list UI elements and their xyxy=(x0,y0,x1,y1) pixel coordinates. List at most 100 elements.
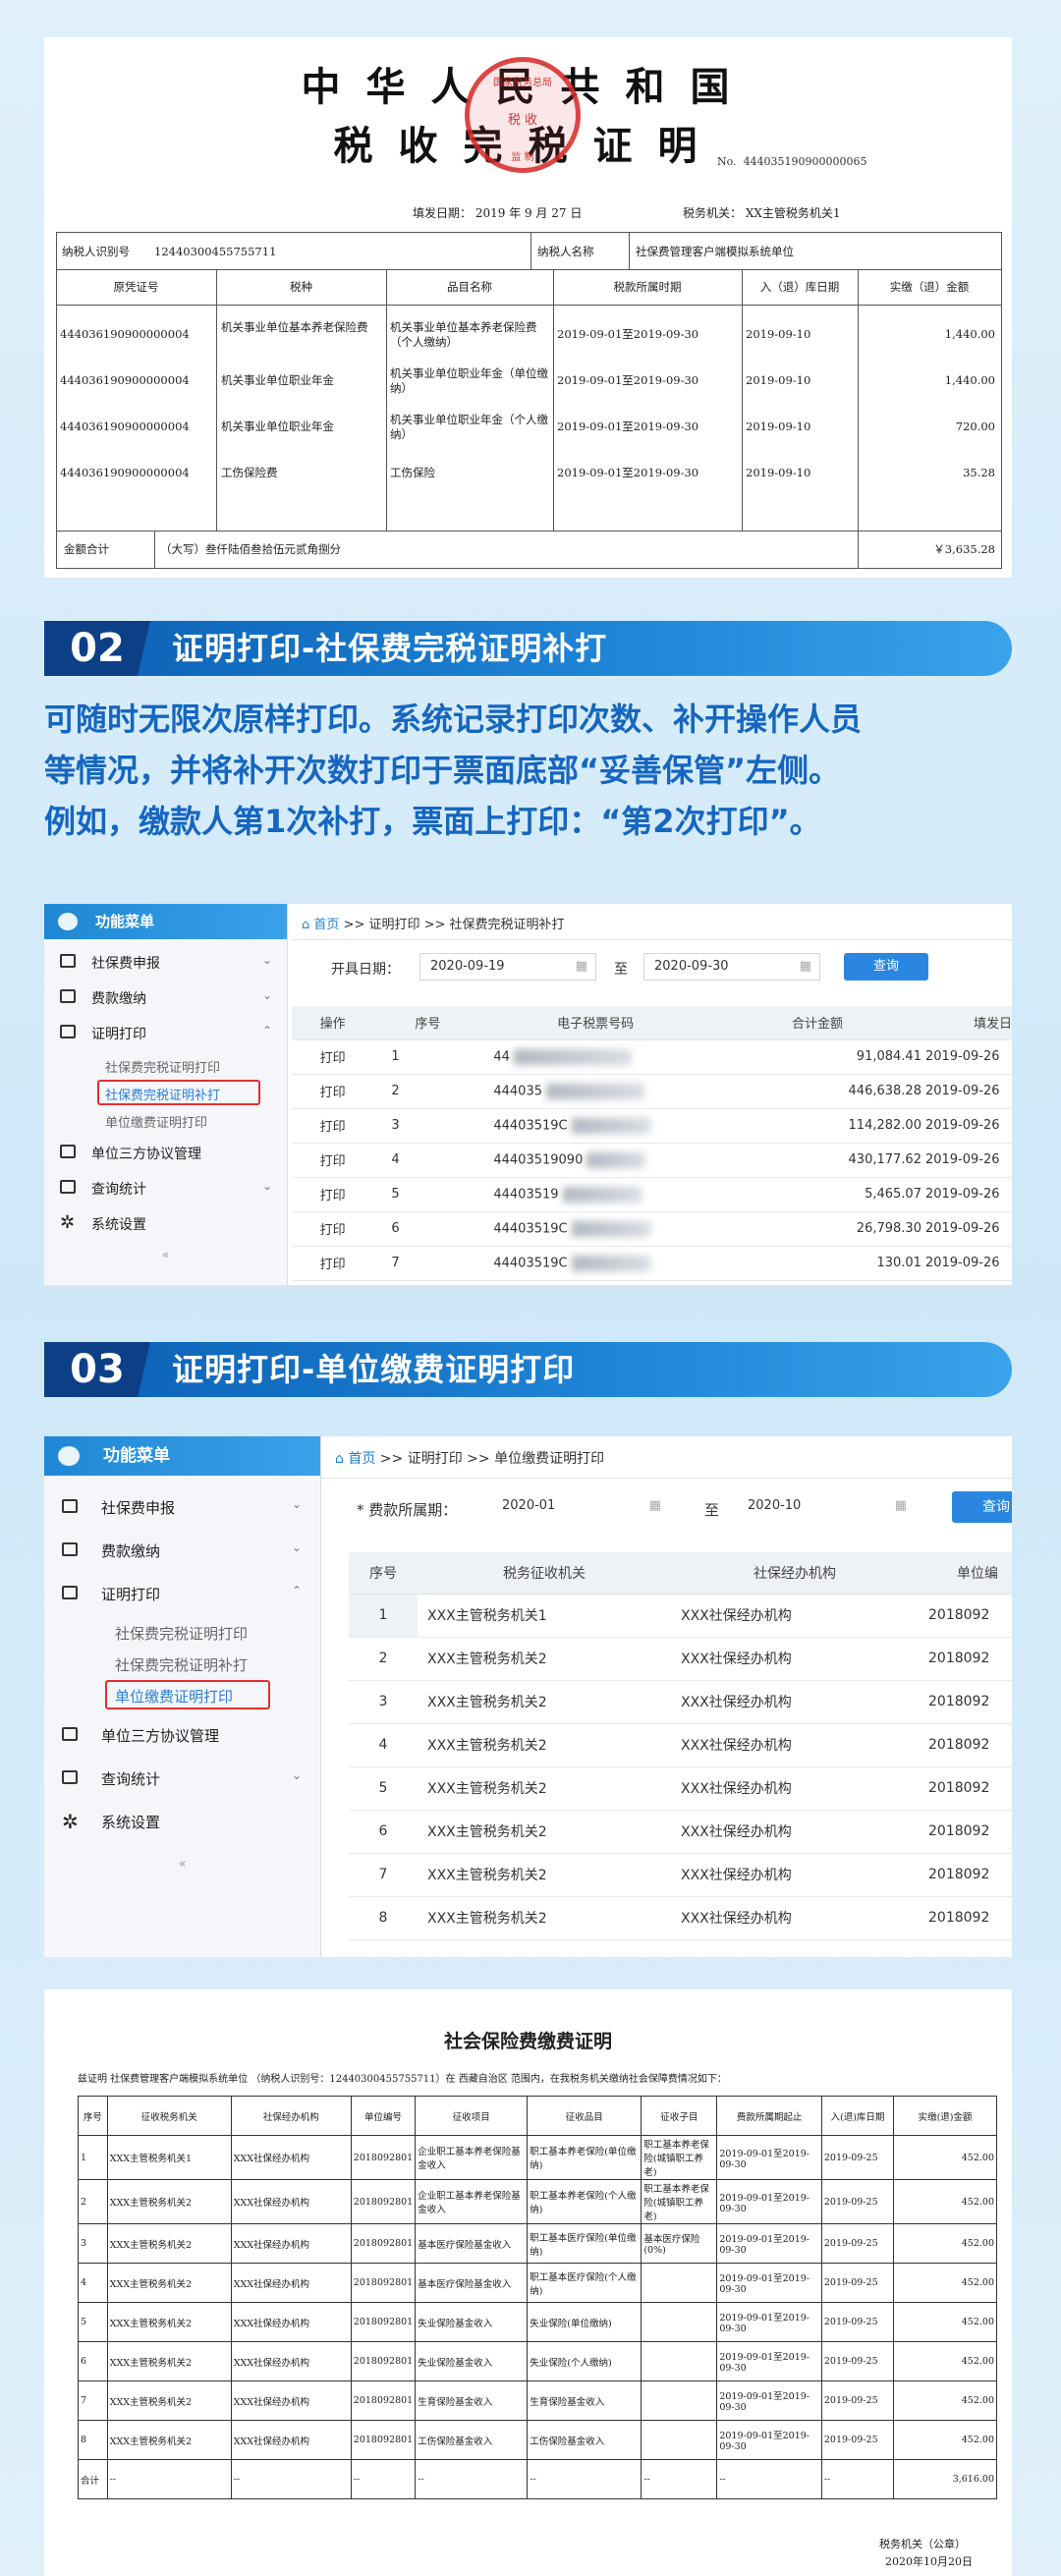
issue-date: 2019-09-26 xyxy=(924,1108,1012,1144)
col-header: 操作 xyxy=(292,1006,374,1040)
social-agency: XXX社保经办机构 xyxy=(671,1896,919,1940)
sidebar-item-declare[interactable]: 社保费申报 ⌄ xyxy=(44,951,287,973)
submenu-reprint-cert[interactable]: 社保费完税证明补打 xyxy=(115,1654,248,1675)
table-row: 3 XXX主管税务机关2 XXX社保经办机构 2018092 xyxy=(349,1680,1012,1724)
sidebar-item-settings[interactable]: ✲ 系统设置 xyxy=(44,1810,320,1833)
ticket-number-text: 44403519 xyxy=(493,1187,559,1202)
row-index: 3 xyxy=(349,1680,418,1724)
breadcrumb-home[interactable]: 首页 xyxy=(348,1451,375,1467)
sidebar-item-agreement[interactable]: 单位三方协议管理 xyxy=(44,1142,287,1163)
breadcrumb: ⌂ 首页 >> 证明打印 >> 单位缴费证明打印 xyxy=(335,1448,604,1468)
cell-index: 1 xyxy=(78,2135,108,2180)
row-index: 7 xyxy=(349,1853,418,1897)
col-header: 税种 xyxy=(290,280,312,294)
sidebar-item-print[interactable]: 证明打印 ⌃ xyxy=(44,1582,320,1605)
start-period-input[interactable]: 2020-01 ▦ xyxy=(492,1493,669,1521)
tax-organ: XXX主管税务机关2 xyxy=(418,1896,671,1940)
query-button[interactable]: 查询 xyxy=(952,1491,1012,1523)
col-header: 品目名称 xyxy=(447,280,492,294)
sidebar-item-stats[interactable]: 查询统计 ⌄ xyxy=(44,1766,320,1790)
cell-date: 2019-09-10 xyxy=(746,373,811,387)
cell-item: 职工基本医疗保险(个人缴纳) xyxy=(527,2263,642,2303)
cell-subitem xyxy=(641,2341,718,2381)
agreement-icon xyxy=(60,1145,76,1158)
breadcrumb-path: >> 证明打印 >> 单位缴费证明打印 xyxy=(375,1451,605,1467)
col-header: 序号 xyxy=(349,1552,418,1595)
col-header: 序号 xyxy=(78,2096,108,2136)
submenu-unit-payment-cert[interactable]: 单位缴费证明打印 xyxy=(105,1112,207,1131)
start-date-input[interactable]: 2020-09-19 ▦ xyxy=(419,953,596,980)
cell-tax-organ: XXX主管税务机关2 xyxy=(106,2179,232,2224)
total-amount: 5,465.07 xyxy=(708,1177,925,1212)
cell-subitem xyxy=(641,2263,718,2303)
table-row: 打印 6 44403519C 26,798.30 2019-09-26 xyxy=(292,1211,1012,1247)
cell-voucher: 444036190900000004 xyxy=(60,466,190,479)
sidebar-item-label: 系统设置 xyxy=(101,1814,161,1831)
section-banner-03: 03 证明打印-单位缴费证明打印 xyxy=(44,1342,1012,1397)
gear-icon: ✲ xyxy=(60,1212,76,1233)
start-date-value: 2020-09-19 xyxy=(430,959,505,974)
cell-subitem xyxy=(641,2420,718,2460)
submenu-print-cert[interactable]: 社保费完税证明打印 xyxy=(105,1057,220,1076)
home-icon[interactable]: ⌂ xyxy=(302,918,309,932)
total-amount: 26,798.30 xyxy=(708,1211,925,1247)
tax-organ: XXX主管税务机关2 xyxy=(418,1810,671,1854)
tax-organ: XXX主管税务机关2 xyxy=(418,1766,671,1811)
calendar-icon: ▦ xyxy=(894,1498,907,1513)
total-row: 合计 -- -- -- -- -- -- -- -- 3,616.00 xyxy=(78,2459,997,2499)
table-row: 5 XXX主管税务机关2 XXX社保经办机构 2018092 xyxy=(349,1766,1012,1811)
cell-amount: 720.00 xyxy=(955,420,995,433)
row-index: 2 xyxy=(349,1637,418,1681)
cell-amount: 452.00 xyxy=(893,2135,997,2180)
ticket-number: 44403519C xyxy=(481,1211,709,1247)
cell-tax-type: 机关事业单位职业年金 xyxy=(221,420,334,433)
table-row: 5 XXX主管税务机关2 XXX社保经办机构 2018092801 失业保险基金收入 失业… xyxy=(78,2302,997,2342)
cell-project: 企业职工基本养老保险基金收入 xyxy=(415,2135,529,2180)
sidebar-item-print[interactable]: 证明打印 ⌃ xyxy=(44,1022,287,1043)
home-icon[interactable]: ⌂ xyxy=(335,1451,344,1467)
collapse-icon[interactable]: « xyxy=(44,1857,320,1872)
breadcrumb-home[interactable]: 首页 xyxy=(313,918,339,932)
sidebar-item-payment[interactable]: 费款缴纳 ⌄ xyxy=(44,1539,320,1562)
chevron-down-icon: ⌄ xyxy=(292,1540,303,1554)
end-period-value: 2020-10 xyxy=(748,1498,802,1513)
start-period-value: 2020-01 xyxy=(502,1498,556,1513)
declare-icon xyxy=(62,1499,78,1513)
col-header: 单位编 xyxy=(919,1552,1012,1595)
sidebar-item-agreement[interactable]: 单位三方协议管理 xyxy=(44,1723,320,1747)
sidebar-item-stats[interactable]: 查询统计 ⌄ xyxy=(44,1177,287,1199)
cell-total-label: 合计 xyxy=(78,2459,108,2499)
print-link[interactable]: 打印 xyxy=(292,1246,374,1281)
row-index: 4 xyxy=(373,1143,482,1178)
sidebar-item-declare[interactable]: 社保费申报 ⌄ xyxy=(44,1495,320,1519)
query-button[interactable]: 查询 xyxy=(844,953,928,980)
col-header: 填发日 xyxy=(924,1006,1012,1040)
chevron-down-icon: ⌄ xyxy=(262,1179,273,1193)
chevron-down-icon: ⌄ xyxy=(292,1497,303,1511)
issue-date: 2019-09-26 xyxy=(924,1143,1012,1178)
cell-agency: XXX社保经办机构 xyxy=(230,2341,352,2381)
print-link[interactable]: 打印 xyxy=(292,1143,374,1178)
cell-date: 2019-09-25 xyxy=(820,2420,895,2460)
print-link[interactable]: 打印 xyxy=(292,1108,374,1144)
ticket-number: 44403519C xyxy=(481,1246,709,1281)
end-date-input[interactable]: 2020-09-30 ▦ xyxy=(643,953,820,980)
declare-icon xyxy=(60,954,76,968)
print-link[interactable]: 打印 xyxy=(292,1177,374,1212)
cell-item: 职工基本养老保险(单位缴纳) xyxy=(527,2135,642,2180)
print-link[interactable]: 打印 xyxy=(292,1211,374,1247)
submenu-print-cert[interactable]: 社保费完税证明打印 xyxy=(115,1623,248,1644)
end-period-input[interactable]: 2020-10 ▦ xyxy=(738,1493,915,1521)
sidebar-item-payment[interactable]: 费款缴纳 ⌄ xyxy=(44,986,287,1008)
payment-detail-table: 序号 征收税务机关 社保经办机构 单位编号 征收项目 征收品目 征收子目 费款所… xyxy=(78,2096,997,2499)
print-link[interactable]: 打印 xyxy=(292,1074,374,1109)
tax-organ: 税务机关： XX主管税务机关1 xyxy=(683,206,841,220)
sidebar-item-settings[interactable]: ✲ 系统设置 xyxy=(44,1212,287,1234)
sidebar-item-label: 费款缴纳 xyxy=(91,991,146,1007)
print-link[interactable]: 打印 xyxy=(292,1039,374,1075)
collapse-icon[interactable]: « xyxy=(44,1248,287,1261)
table-row: 3 XXX主管税务机关2 XXX社保经办机构 2018092801 基本医疗保险基金收入… xyxy=(78,2223,997,2264)
table-row: 1 XXX主管税务机关1 XXX社保经办机构 2018092801 企业职工基本养老保险… xyxy=(78,2135,997,2180)
cell-item: 职工基本养老保险(个人缴纳) xyxy=(527,2179,642,2224)
ticket-number: 44403519090 xyxy=(481,1143,709,1178)
